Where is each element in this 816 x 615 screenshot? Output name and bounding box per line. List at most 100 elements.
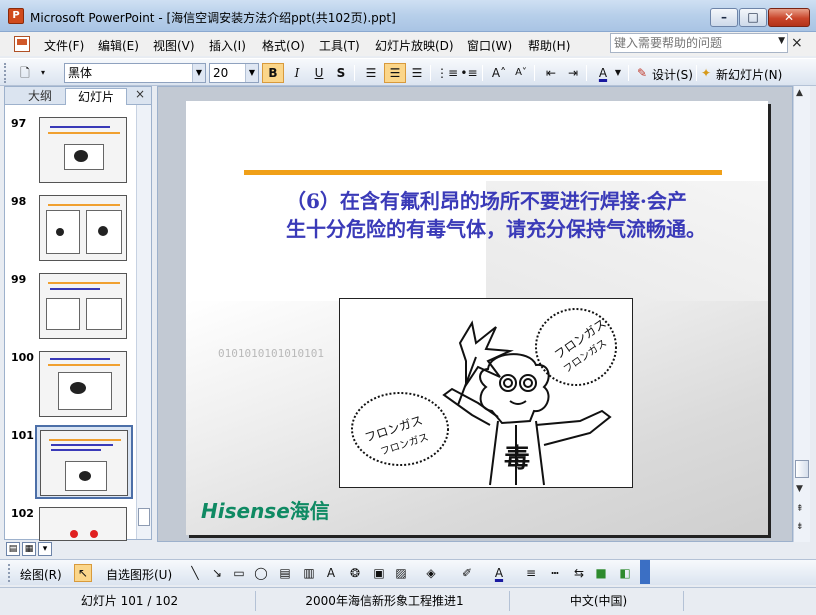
decrease-font-icon[interactable]: A˅	[510, 63, 532, 83]
slide-thumbnail-image[interactable]	[39, 273, 127, 339]
underline-button[interactable]: U	[308, 63, 330, 83]
cartoon-picture[interactable]: フロンガス フロンガス フロンガス フロンガス 毒	[339, 298, 633, 488]
new-document-icon[interactable]: 🗋	[14, 63, 36, 83]
font-size-select[interactable]: 20 ▼	[209, 63, 259, 83]
bold-button[interactable]: B	[262, 63, 284, 83]
powerpoint-icon[interactable]: P	[8, 8, 24, 24]
thumb-rule	[48, 364, 120, 366]
align-center-icon[interactable]: ☰	[384, 63, 406, 83]
menu-slideshow[interactable]: 幻灯片放映(D)	[375, 37, 454, 54]
select-pointer-icon[interactable]: ↖	[74, 564, 92, 582]
menu-help[interactable]: 帮助(H)	[528, 37, 570, 54]
tab-slides[interactable]: 幻灯片	[65, 88, 127, 105]
font-color-icon[interactable]: A	[490, 564, 508, 582]
thumb-blob	[74, 150, 88, 162]
editor-scroll-thumb[interactable]	[795, 460, 809, 478]
picture-icon[interactable]: ▨	[392, 564, 410, 582]
right-eye	[519, 374, 537, 392]
italic-button[interactable]: I	[286, 63, 308, 83]
thumb-text-line	[50, 358, 110, 360]
minimize-button[interactable]: –	[710, 8, 738, 27]
align-left-icon[interactable]: ☰	[360, 63, 382, 83]
slide-number: 102	[11, 507, 34, 520]
font-name-select[interactable]: 黑体 ▼	[64, 63, 206, 83]
menu-file[interactable]: 文件(F)	[44, 37, 84, 54]
slide-thumbnail-image[interactable]	[39, 117, 127, 183]
bullets-icon[interactable]: •≡	[458, 63, 480, 83]
toolbar-grip[interactable]	[8, 564, 11, 582]
scroll-down-icon[interactable]: ▼	[796, 484, 803, 494]
toolbar-separator	[430, 65, 431, 81]
wordart-icon[interactable]: A	[322, 564, 340, 582]
menu-format[interactable]: 格式(O)	[262, 37, 305, 54]
menu-tools[interactable]: 工具(T)	[319, 37, 360, 54]
panel-scrollbar[interactable]	[136, 105, 151, 539]
panel-close-icon[interactable]: ×	[135, 87, 145, 101]
line-style-icon[interactable]: ≡	[522, 564, 540, 582]
close-button[interactable]: ✕	[768, 8, 810, 27]
menu-view[interactable]: 视图(V)	[153, 37, 195, 54]
document-close-icon[interactable]: ×	[791, 35, 803, 51]
arrow-style-icon[interactable]: ⇆	[570, 564, 588, 582]
fill-color-icon[interactable]: ◈	[422, 564, 440, 582]
help-search-input[interactable]	[611, 34, 771, 52]
next-slide-icon[interactable]: ⇟	[796, 522, 804, 532]
shadow-button[interactable]: S	[330, 63, 352, 83]
numbering-icon[interactable]: ⋮≡	[436, 63, 458, 83]
line-icon[interactable]: ╲	[186, 564, 204, 582]
line-color-icon[interactable]: ✐	[458, 564, 476, 582]
menu-insert[interactable]: 插入(I)	[209, 37, 246, 54]
slide-thumbnail-image[interactable]	[39, 351, 127, 417]
thumb-rule	[49, 439, 121, 441]
shadow-style-icon[interactable]: ■	[592, 564, 610, 582]
design-icon[interactable]: ✎	[634, 63, 650, 83]
decrease-indent-icon[interactable]: ⇤	[540, 63, 562, 83]
increase-font-icon[interactable]: A˄	[488, 63, 510, 83]
design-button[interactable]: 设计(S)	[652, 66, 693, 83]
status-template: 2000年海信新形象工程推进1	[260, 591, 510, 611]
rectangle-icon[interactable]: ▭	[230, 564, 248, 582]
new-slide-icon[interactable]: ✦	[698, 63, 714, 83]
scroll-up-icon[interactable]: ▲	[796, 88, 803, 98]
maximize-button[interactable]: □	[739, 8, 767, 27]
slideshow-view-icon[interactable]: ▾	[38, 542, 52, 556]
slide-body-text[interactable]: （6）在含有氟利昂的场所不要进行焊接·会产生十分危险的有毒气体，请充分保持气流畅…	[286, 187, 706, 243]
align-right-icon[interactable]: ☰	[406, 63, 428, 83]
panel-scroll-thumb[interactable]	[138, 508, 150, 526]
autoshapes-button[interactable]: 自选图形(U)	[106, 566, 172, 583]
slide-canvas[interactable]: 0101010101010101 （6）在含有氟利昂的场所不要进行焊接·会产生十…	[186, 101, 768, 535]
editor-scrollbar[interactable]: ▲ ▼ ⇞ ⇟	[793, 86, 810, 542]
chevron-down-icon[interactable]: ▼	[778, 36, 785, 46]
toolbar-separator	[482, 65, 483, 81]
draw-menu-button[interactable]: 绘图(R)	[20, 566, 62, 583]
diagram-icon[interactable]: ❂	[346, 564, 364, 582]
new-slide-button[interactable]: 新幻灯片(N)	[716, 66, 782, 83]
oval-icon[interactable]: ◯	[252, 564, 270, 582]
vertical-textbox-icon[interactable]: ▥	[300, 564, 318, 582]
slide-thumbnail-image[interactable]	[40, 430, 128, 496]
chevron-down-icon[interactable]: ▼	[612, 63, 624, 83]
tab-outline[interactable]: 大纲	[19, 88, 61, 105]
help-search-box[interactable]: ▼	[610, 33, 788, 53]
3d-style-icon[interactable]: ◧	[616, 564, 634, 582]
toolbar-grip[interactable]	[4, 63, 7, 83]
textbox-icon[interactable]: ▤	[276, 564, 294, 582]
slide-thumbnail-image[interactable]	[39, 195, 127, 261]
dash-style-icon[interactable]: ┅	[546, 564, 564, 582]
toolbar-options-icon[interactable]	[640, 560, 650, 584]
chevron-down-icon[interactable]: ▼	[192, 64, 205, 82]
menu-edit[interactable]: 编辑(E)	[98, 37, 139, 54]
clipart-icon[interactable]: ▣	[370, 564, 388, 582]
increase-indent-icon[interactable]: ⇥	[562, 63, 584, 83]
previous-slide-icon[interactable]: ⇞	[796, 504, 804, 514]
arrow-icon[interactable]: ↘	[208, 564, 226, 582]
normal-view-icon[interactable]: ▤	[6, 542, 20, 556]
slide-sorter-icon[interactable]: ▦	[22, 542, 36, 556]
thumb-blob	[98, 226, 108, 236]
document-icon[interactable]	[14, 36, 30, 52]
slide-thumbnail-image[interactable]	[39, 507, 127, 541]
font-color-icon[interactable]: A	[592, 63, 614, 83]
toolbar-options-icon[interactable]: ▾	[36, 63, 50, 83]
menu-window[interactable]: 窗口(W)	[467, 37, 512, 54]
chevron-down-icon[interactable]: ▼	[245, 64, 258, 82]
